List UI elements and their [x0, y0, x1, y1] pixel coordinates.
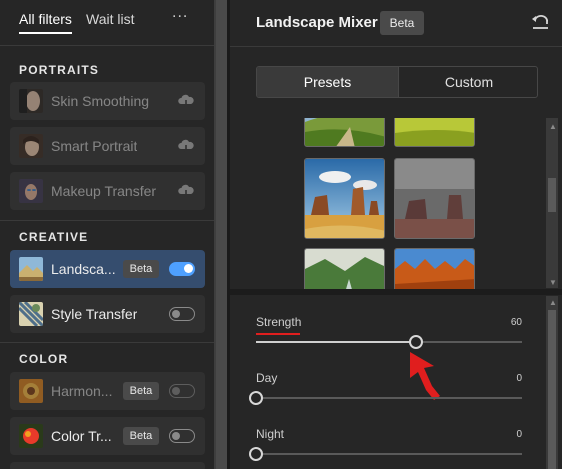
preset-green-valley-river[interactable] [304, 248, 385, 290]
harmonization-thumbnail [19, 379, 43, 403]
strength-slider-fill [256, 341, 416, 343]
night-label: Night [256, 427, 285, 441]
day-label: Day [256, 371, 278, 385]
strength-label: Strength [256, 315, 302, 329]
color-transfer-thumbnail [19, 424, 43, 448]
presets-sliders-divider[interactable] [230, 289, 562, 295]
filter-label: Style Transfer [51, 306, 138, 322]
style-transfer-thumbnail [19, 302, 43, 326]
strength-slider[interactable] [256, 335, 522, 349]
preset-yellow-field[interactable] [394, 118, 475, 147]
tab-all-filters[interactable]: All filters [19, 10, 72, 34]
scroll-up-arrow-icon[interactable]: ▲ [549, 122, 557, 131]
preset-autumn-forest[interactable] [394, 248, 475, 290]
strength-value: 60 [510, 317, 522, 328]
filter-label: Skin Smoothing [51, 93, 150, 109]
section-divider [0, 220, 214, 221]
section-divider [0, 342, 214, 343]
filters-list-panel: All filters Wait list ... PORTRAITS Skin… [0, 0, 214, 469]
filter-settings-panel: Landscape Mixer Beta Presets Custom ▲ ▼ … [230, 0, 562, 469]
preset-grey-mesa[interactable] [394, 158, 475, 239]
filter-label: Harmon... [51, 383, 113, 399]
makeup-transfer-thumbnail [19, 179, 43, 203]
style-transfer-toggle[interactable] [169, 307, 195, 321]
annotation-arrow-icon [404, 352, 444, 400]
sliders-scrollbar[interactable] [546, 296, 558, 469]
beta-badge: Beta [380, 11, 424, 35]
skin-smoothing-thumbnail [19, 89, 43, 113]
beta-badge: Beta [123, 382, 159, 400]
scroll-up-arrow-icon[interactable]: ▲ [549, 298, 557, 307]
beta-badge: Beta [123, 427, 159, 445]
cloud-download-icon[interactable] [177, 92, 195, 110]
color-transfer-toggle[interactable] [169, 429, 195, 443]
strength-annotation-underline [256, 333, 300, 335]
filter-title: Landscape Mixer [256, 14, 378, 31]
landscape-mixer-toggle[interactable] [169, 262, 195, 276]
preset-desert-monuments[interactable] [304, 158, 385, 239]
section-creative: CREATIVE [19, 230, 89, 244]
beta-badge: Beta [123, 260, 159, 278]
filter-label: Landsca... [51, 261, 116, 277]
night-value: 0 [516, 429, 522, 440]
presets-scrollbar[interactable] [546, 118, 558, 288]
presets-custom-segmented-control: Presets Custom [256, 66, 538, 98]
cloud-download-icon[interactable] [177, 137, 195, 155]
preset-green-hills[interactable] [304, 118, 385, 147]
filter-item-smart-portrait[interactable]: Smart Portrait [10, 127, 205, 165]
night-slider[interactable] [249, 447, 522, 461]
filter-label: Makeup Transfer [51, 183, 157, 199]
presets-scrollbar-thumb[interactable] [548, 178, 556, 212]
filter-item-skin-smoothing[interactable]: Skin Smoothing [10, 82, 205, 120]
smart-portrait-thumbnail [19, 134, 43, 158]
section-portraits: PORTRAITS [19, 63, 100, 77]
day-value: 0 [516, 373, 522, 384]
filter-item-color-transfer[interactable]: Color Tr... Beta [10, 417, 205, 455]
landscape-mixer-thumbnail [19, 257, 43, 281]
filter-item-makeup-transfer[interactable]: Makeup Transfer [10, 172, 205, 210]
sliders-scrollbar-thumb[interactable] [548, 310, 556, 469]
more-options-icon[interactable]: ... [172, 4, 188, 22]
tab-custom[interactable]: Custom [399, 67, 537, 97]
day-slider-thumb[interactable] [249, 391, 263, 405]
filter-item-harmonization[interactable]: Harmon... Beta [10, 372, 205, 410]
strength-slider-thumb[interactable] [408, 335, 423, 349]
reset-icon[interactable] [530, 12, 550, 32]
day-slider[interactable] [249, 391, 522, 405]
tab-presets[interactable]: Presets [257, 67, 398, 97]
filter-item-landscape-mixer[interactable]: Landsca... Beta [10, 250, 205, 288]
scroll-down-arrow-icon[interactable]: ▼ [549, 278, 557, 287]
cloud-download-icon[interactable] [177, 182, 195, 200]
tab-wait-list[interactable]: Wait list [86, 10, 134, 32]
filter-label: Smart Portrait [51, 138, 138, 154]
filter-item-next[interactable] [10, 462, 205, 469]
section-color: COLOR [19, 352, 69, 366]
presets-grid [256, 118, 538, 290]
night-slider-thumb[interactable] [249, 447, 263, 461]
harmonization-toggle[interactable] [169, 384, 195, 398]
header-divider [230, 46, 562, 47]
tabs-divider [0, 45, 214, 46]
neural-filters-window: All filters Wait list ... PORTRAITS Skin… [0, 0, 562, 469]
filter-item-style-transfer[interactable]: Style Transfer [10, 295, 205, 333]
filter-label: Color Tr... [51, 428, 112, 444]
